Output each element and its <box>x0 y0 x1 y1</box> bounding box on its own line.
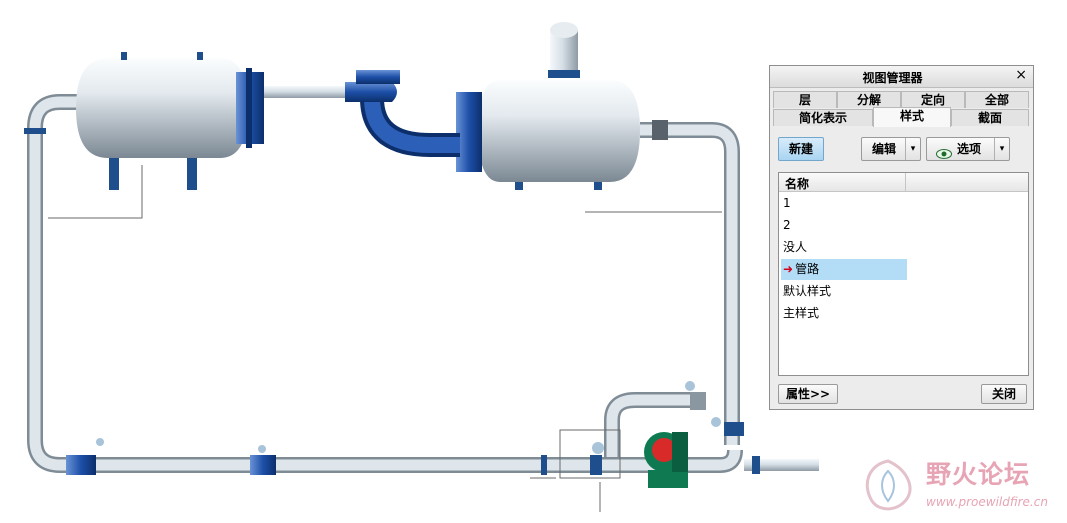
view-manager-dialog[interactable]: 视图管理器 × 层 分解 定向 全部 简化表示 样式 截面 新建 编辑 ▾ 选项… <box>769 65 1034 410</box>
watermark-url: www.proewildfire.cn <box>926 495 1048 509</box>
close-button[interactable]: 关闭 <box>981 384 1027 404</box>
dialog-title: 视图管理器 <box>862 71 923 85</box>
properties-button[interactable]: 属性>> <box>778 384 838 404</box>
list-header[interactable]: 名称 <box>779 173 1028 192</box>
chevron-down-icon: ▾ <box>994 138 1009 160</box>
list-item[interactable]: 没人 <box>781 237 907 258</box>
flame-logo-icon <box>865 459 912 511</box>
tab-style[interactable]: 样式 <box>873 107 951 127</box>
eye-icon <box>936 144 952 159</box>
chevron-down-icon: ▾ <box>905 138 920 160</box>
list-item-selected[interactable]: ➜ 管路 <box>781 259 907 280</box>
column-header-name: 名称 <box>785 177 810 191</box>
dialog-titlebar[interactable]: 视图管理器 × <box>770 66 1033 88</box>
edit-label: 编辑 <box>871 142 896 156</box>
pump <box>644 432 688 488</box>
list-item[interactable]: 主样式 <box>781 303 907 324</box>
new-button[interactable]: 新建 <box>778 137 824 161</box>
style-list[interactable]: 名称 1 2 没人 ➜ 管路 默认样式 主样式 <box>778 172 1029 376</box>
tab-simplified-rep[interactable]: 简化表示 <box>773 109 873 126</box>
close-icon[interactable]: × <box>1015 67 1027 83</box>
flanges <box>24 120 760 475</box>
active-arrow-icon: ➜ <box>783 262 794 276</box>
tab-xsec[interactable]: 截面 <box>951 109 1029 126</box>
valves <box>96 381 721 454</box>
watermark-name: 野火论坛 <box>926 460 1031 489</box>
tab-all[interactable]: 全部 <box>965 91 1029 108</box>
list-item[interactable]: 1 <box>781 193 907 214</box>
options-label: 选项 <box>956 142 981 156</box>
list-item[interactable]: 2 <box>781 215 907 236</box>
tank-left <box>76 52 264 190</box>
elbow-inlet <box>345 70 460 157</box>
tank-right <box>456 22 640 190</box>
tab-explode[interactable]: 分解 <box>837 91 901 108</box>
edit-dropdown[interactable]: 编辑 ▾ <box>861 137 921 161</box>
tab-orient[interactable]: 定向 <box>901 91 965 108</box>
options-dropdown[interactable]: 选项 ▾ <box>926 137 1010 161</box>
tab-layers[interactable]: 层 <box>773 91 837 108</box>
column-divider[interactable] <box>905 173 906 191</box>
list-item[interactable]: 默认样式 <box>781 281 907 302</box>
watermark: 野火论坛 www.proewildfire.cn <box>858 455 1063 517</box>
list-item-label: 管路 <box>795 262 820 276</box>
